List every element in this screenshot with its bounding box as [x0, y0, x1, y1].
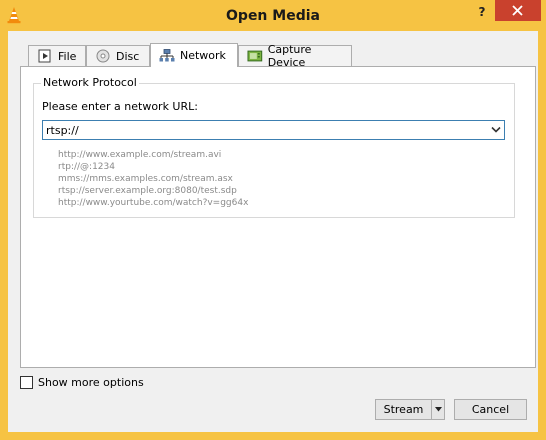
- network-protocol-group: Network Protocol Please enter a network …: [33, 76, 515, 218]
- title-bar[interactable]: Open Media ?: [0, 0, 546, 31]
- example-url: rtp://@:1234: [58, 162, 115, 172]
- stream-button[interactable]: Stream: [376, 400, 431, 419]
- url-input[interactable]: [43, 121, 483, 139]
- example-url: rtsp://server.example.org:8080/test.sdp: [58, 186, 237, 196]
- close-button[interactable]: [495, 0, 541, 21]
- url-label: Please enter a network URL:: [42, 100, 198, 113]
- window-title: Open Media: [226, 8, 320, 24]
- tab-file[interactable]: File: [28, 45, 86, 66]
- stream-dropdown-button[interactable]: [432, 400, 444, 419]
- close-icon: [512, 5, 523, 16]
- capture-device-icon: [247, 50, 263, 62]
- tab-network[interactable]: Network: [150, 43, 238, 67]
- tab-disc[interactable]: Disc: [86, 45, 150, 66]
- url-combobox[interactable]: [42, 120, 505, 140]
- stream-split-button[interactable]: Stream: [375, 399, 445, 420]
- show-more-options-label[interactable]: Show more options: [38, 376, 144, 389]
- tab-bar: File Disc Network Capture Device: [16, 43, 536, 69]
- cancel-button[interactable]: Cancel: [454, 399, 527, 420]
- example-url: http://www.example.com/stream.avi: [58, 150, 222, 160]
- chevron-down-icon[interactable]: [491, 126, 501, 134]
- open-media-dialog: Open Media ? File Disc Network Capture D…: [0, 0, 546, 440]
- disc-icon: [96, 49, 110, 63]
- dialog-body: File Disc Network Capture Device Network…: [8, 31, 538, 432]
- url-examples: http://www.example.com/stream.avi rtp://…: [58, 149, 248, 209]
- group-title: Network Protocol: [41, 76, 139, 89]
- tab-disc-label: Disc: [116, 49, 140, 63]
- caret-down-icon: [434, 407, 442, 412]
- network-tab-panel: Network Protocol Please enter a network …: [20, 66, 536, 368]
- help-button[interactable]: ?: [470, 3, 494, 23]
- show-more-options-checkbox[interactable]: [20, 376, 33, 389]
- file-icon: [38, 49, 51, 63]
- example-url: http://www.yourtube.com/watch?v=gg64x: [58, 198, 249, 208]
- show-more-options[interactable]: Show more options: [20, 376, 144, 389]
- tab-capture-device[interactable]: Capture Device: [238, 43, 352, 69]
- tab-file-label: File: [58, 49, 77, 63]
- example-url: mms://mms.examples.com/stream.asx: [58, 174, 233, 184]
- tab-network-label: Network: [180, 49, 226, 62]
- network-icon: [159, 48, 175, 61]
